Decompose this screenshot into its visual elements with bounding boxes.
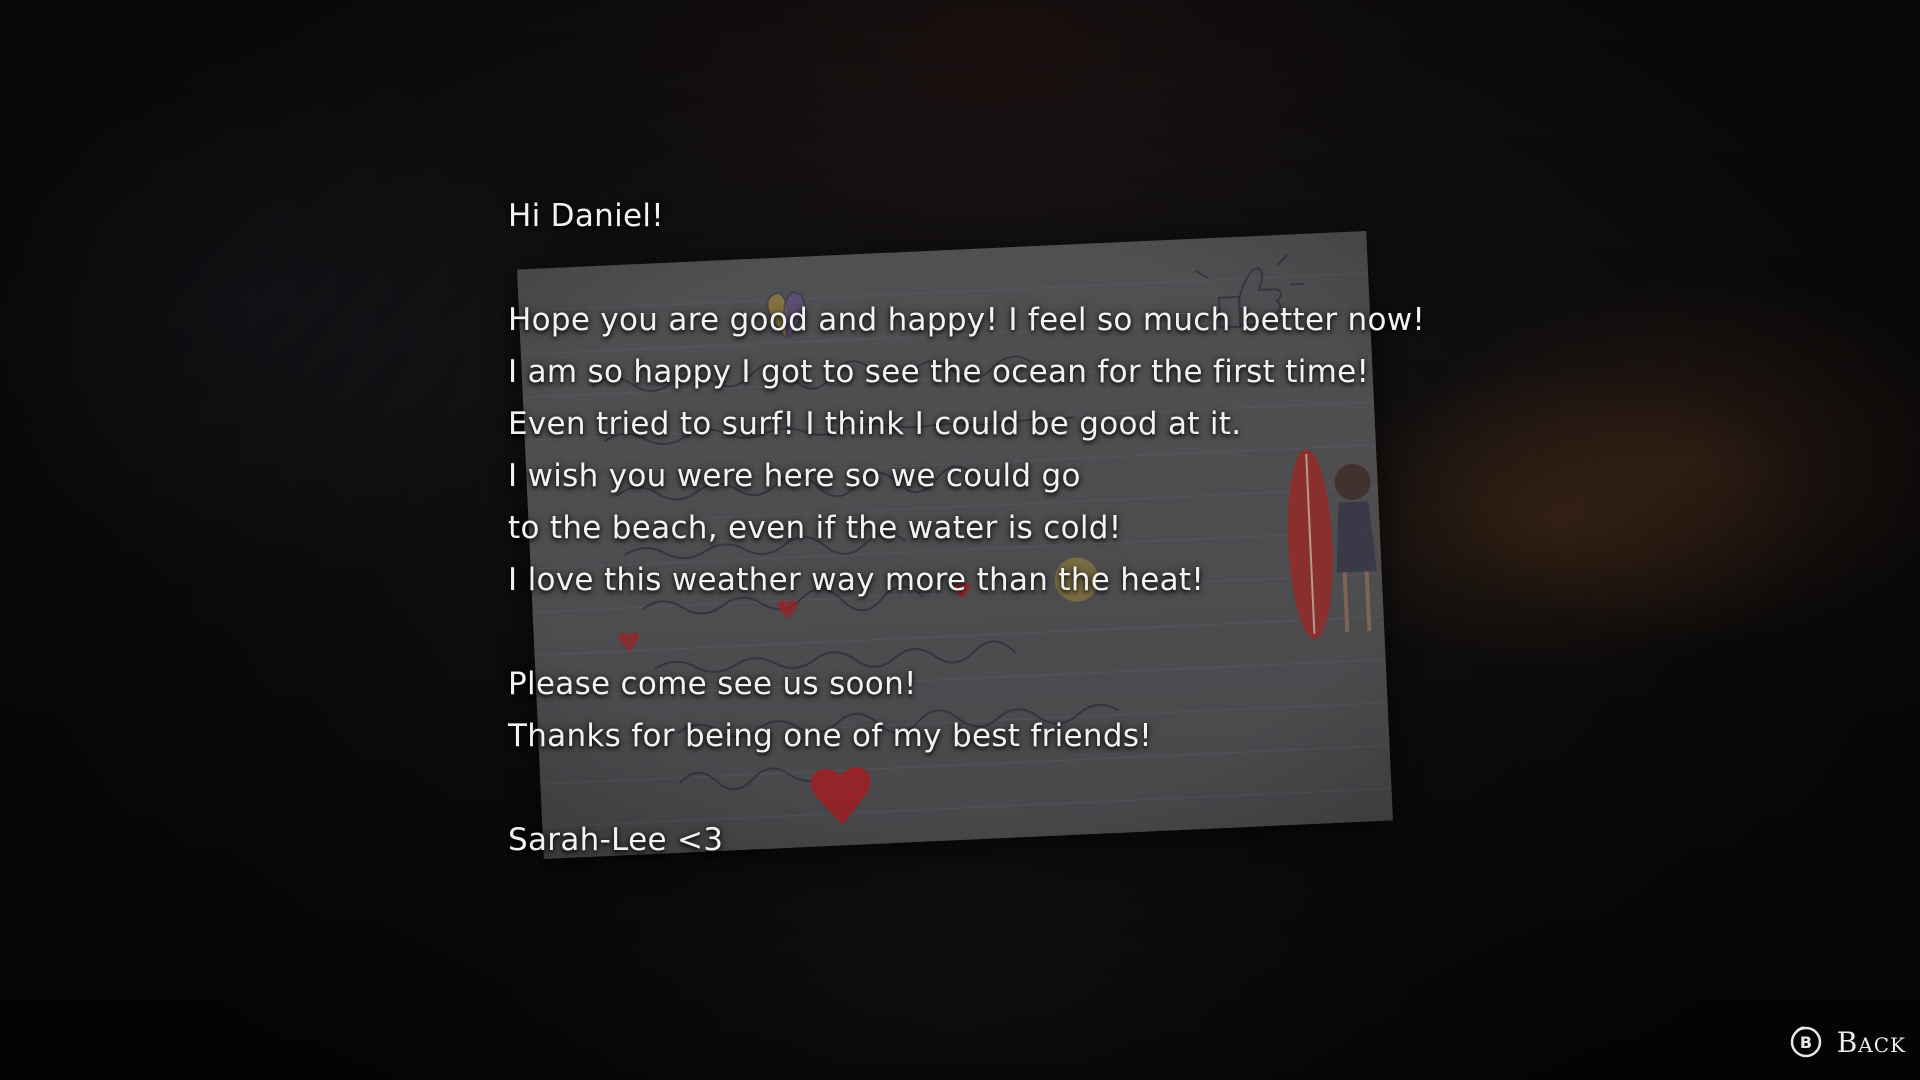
letter-line: I love this weather way more than the he… <box>508 562 1205 598</box>
back-button[interactable]: B Back <box>1789 1010 1912 1074</box>
letter-line: Please come see us soon! <box>508 666 917 702</box>
journal-note-screen: Hi Daniel! Hope you are good and happy! … <box>0 0 1920 1080</box>
letter-greeting: Hi Daniel! <box>508 198 665 234</box>
letter-signature: Sarah-Lee <3 <box>508 822 724 858</box>
letter-line: to the beach, even if the water is cold! <box>508 510 1122 546</box>
letter-line: Even tried to surf! I think I could be g… <box>508 406 1242 442</box>
letter-line: Thanks for being one of my best friends! <box>508 718 1153 754</box>
letter-line: I am so happy I got to see the ocean for… <box>508 354 1370 390</box>
letter-transcription: Hi Daniel! Hope you are good and happy! … <box>508 190 1468 866</box>
svg-text:B: B <box>1800 1033 1812 1052</box>
back-label: Back <box>1836 1025 1906 1059</box>
letter-line: I wish you were here so we could go <box>508 458 1081 494</box>
b-button-icon: B <box>1790 1026 1821 1058</box>
letter-line: Hope you are good and happy! I feel so m… <box>508 302 1426 338</box>
